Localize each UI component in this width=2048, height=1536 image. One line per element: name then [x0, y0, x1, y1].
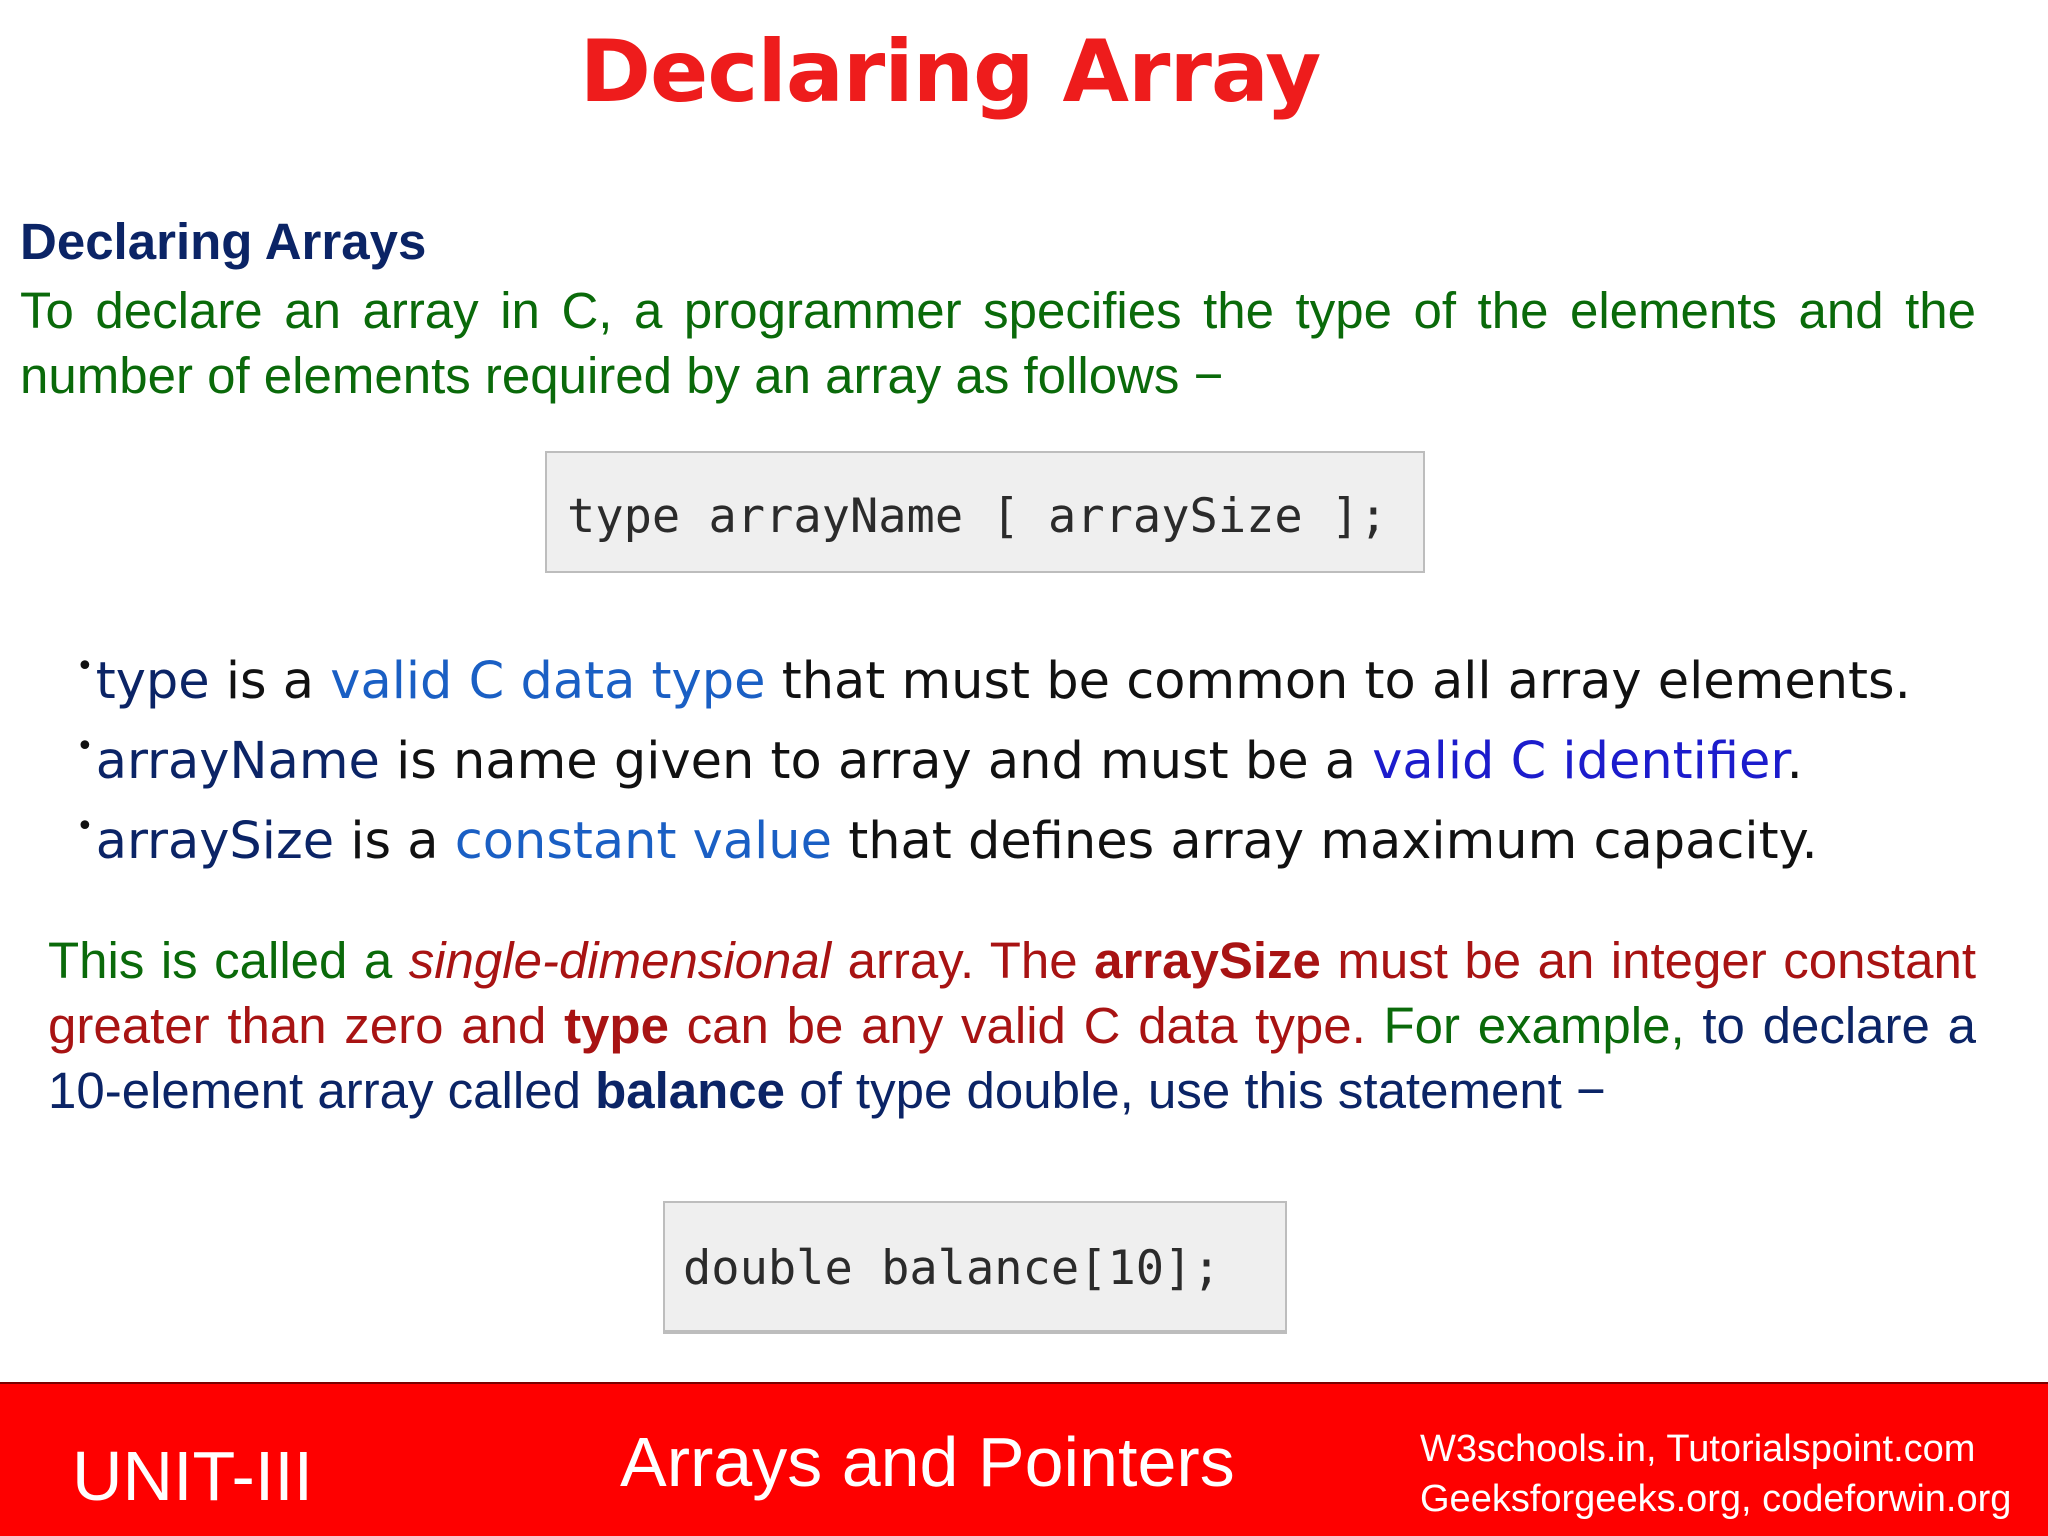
bullet-text: that defines array maximum capacity. — [832, 812, 1818, 871]
bullet-text: . — [1786, 732, 1803, 791]
bullet-term: type — [95, 652, 210, 711]
footer-unit-label: UNIT-III — [72, 1437, 314, 1515]
para-italic-term: single-dimensional — [408, 932, 832, 989]
bullet-icon: • — [76, 809, 94, 844]
bullet-text: is a — [209, 652, 331, 711]
bullet-term: arrayName — [95, 732, 380, 791]
footer-sources-line: Geeksforgeeks.org, codeforwin.org — [1420, 1478, 2012, 1520]
bullet-term: arraySize — [95, 812, 335, 871]
footer-sources-line: W3schools.in, Tutorialspoint.com — [1420, 1428, 1976, 1470]
section-heading: Declaring Arrays — [20, 213, 427, 270]
para-bold-term: arraySize — [1094, 932, 1321, 989]
slide-title: Declaring Array — [579, 22, 1322, 122]
example-code-block: double balance[10]; — [663, 1201, 1287, 1334]
para-text: array. The — [831, 932, 1095, 989]
para-text: can be any valid C data type. — [668, 997, 1384, 1054]
bullet-link: constant value — [454, 812, 832, 871]
bullet-link: valid C identifier — [1372, 732, 1787, 791]
bullet-item-arraysize: •arraySize is a constant value that defi… — [76, 794, 1911, 874]
syntax-code-block: type arrayName [ arraySize ]; — [545, 451, 1425, 573]
footer-bar: UNIT-III Arrays and Pointers W3schools.i… — [0, 1382, 2048, 1536]
para-text: of type double, use this statement − — [785, 1062, 1606, 1119]
para-text: For example, — [1383, 997, 1685, 1054]
bullet-text: is name given to array and must be a — [379, 732, 1373, 791]
bullet-item-type: •type is a valid C data type that must b… — [76, 634, 1911, 714]
para-text: This is called a — [48, 932, 409, 989]
bullet-link: valid C data type — [330, 652, 766, 711]
footer-sources: W3schools.in, Tutorialspoint.com Geeksfo… — [1420, 1424, 2011, 1524]
bullet-text: is a — [334, 812, 455, 871]
bullet-item-arrayname: •arrayName is name given to array and mu… — [76, 714, 1911, 794]
explanation-paragraph: This is called a single-dimensional arra… — [48, 928, 1976, 1123]
bullet-text: that must be common to all array element… — [765, 652, 1911, 711]
footer-title: Arrays and Pointers — [620, 1423, 1235, 1501]
bullet-icon: • — [76, 729, 94, 764]
para-bold-term: type — [564, 997, 669, 1054]
para-bold-term: balance — [595, 1062, 786, 1119]
bullet-icon: • — [76, 649, 94, 684]
bullet-list: •type is a valid C data type that must b… — [76, 634, 1911, 874]
intro-text: To declare an array in C, a programmer s… — [20, 282, 1976, 404]
